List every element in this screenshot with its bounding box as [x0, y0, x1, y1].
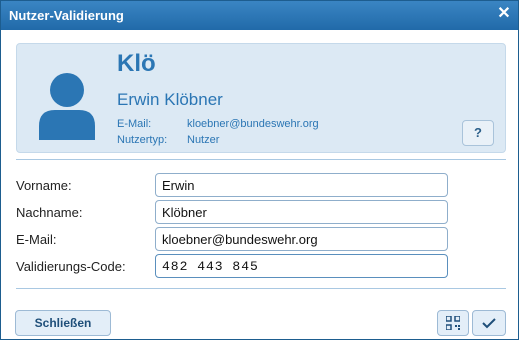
validation-code-field[interactable] [155, 254, 448, 278]
vorname-label: Vorname: [16, 178, 72, 193]
user-type-label: Nutzertyp: [117, 134, 168, 146]
qr-code-button[interactable] [437, 310, 469, 336]
confirm-button[interactable] [472, 310, 506, 336]
email-label: E-Mail: [16, 232, 57, 247]
username: Klö [117, 50, 156, 77]
nachname-field[interactable] [155, 200, 448, 224]
user-type-value: Nutzer [187, 134, 220, 146]
close-button[interactable]: Schließen [15, 310, 111, 336]
help-button[interactable]: ? [462, 120, 494, 146]
vorname-field[interactable] [155, 173, 448, 197]
email-meta-label: E-Mail: [117, 118, 152, 130]
checkmark-icon [482, 318, 496, 329]
dialog-title: Nutzer-Validierung [9, 8, 124, 23]
full-name: Erwin Klöbner [117, 90, 223, 109]
validation-code-label: Validierungs-Code: [16, 259, 126, 274]
divider-top [16, 159, 506, 160]
qr-code-icon [445, 315, 461, 331]
divider-bottom [16, 288, 506, 289]
validation-dialog: Nutzer-Validierung ✕ Klö Erwin Klöbner E… [0, 0, 519, 340]
email-meta-value: kloebner@bundeswehr.org [187, 118, 319, 130]
email-field[interactable] [155, 227, 448, 251]
user-card: Klö Erwin Klöbner E-Mail: kloebner@bunde… [16, 43, 506, 153]
close-icon[interactable]: ✕ [496, 6, 512, 22]
title-bar[interactable]: Nutzer-Validierung ✕ [1, 1, 518, 30]
nachname-label: Nachname: [16, 205, 83, 220]
user-avatar-icon [39, 73, 95, 140]
